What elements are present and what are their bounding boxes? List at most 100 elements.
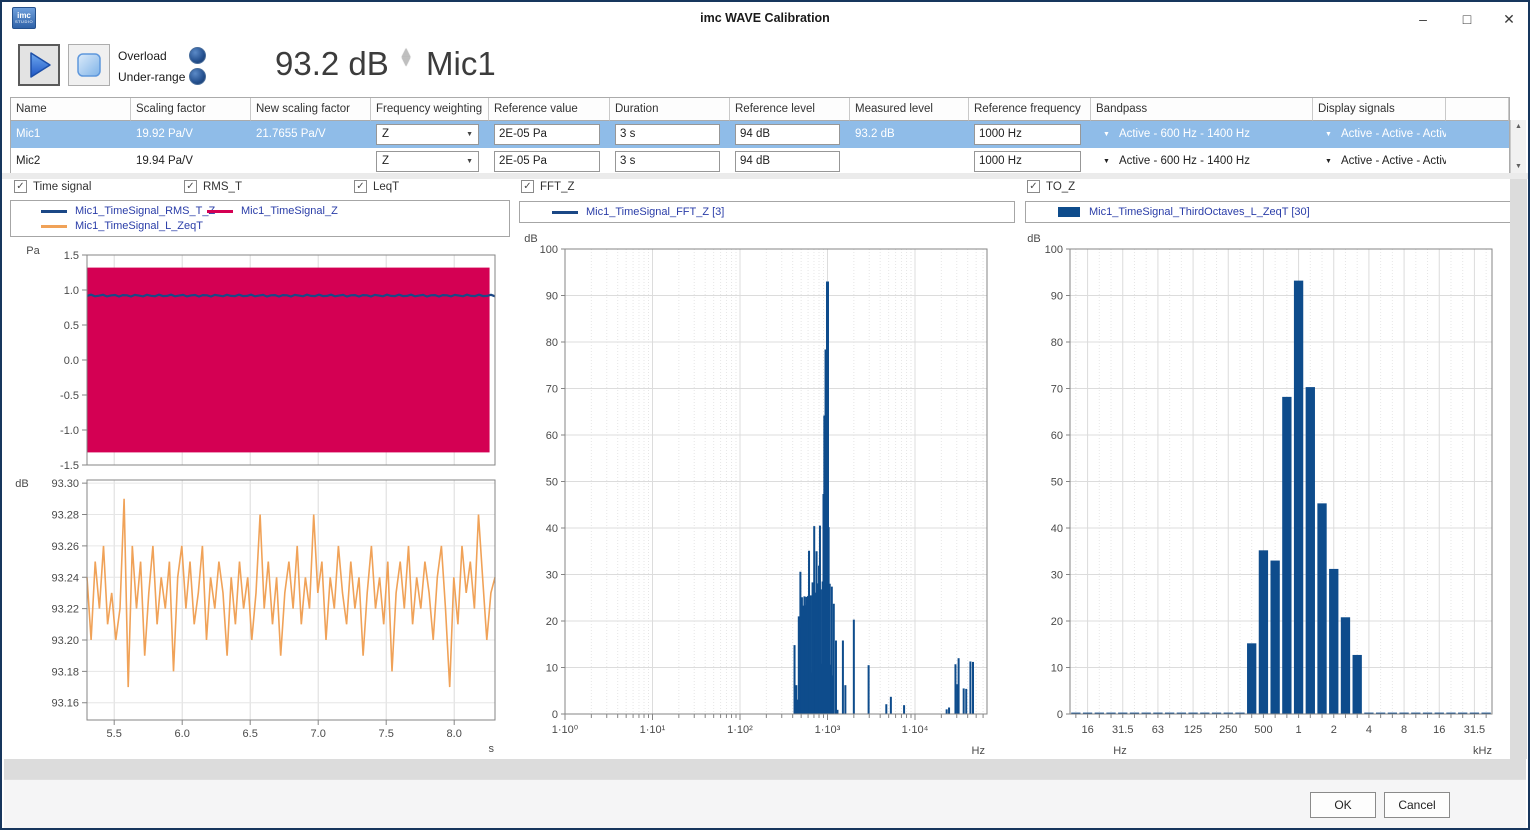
table-header-row: Name Scaling factor New scaling factor F…: [11, 98, 1509, 121]
under-range-led: [189, 68, 206, 85]
frequency-weighting-select[interactable]: Z ▼: [376, 151, 479, 172]
time-signal-chart: 5.56.06.57.07.58.093.3093.2893.2693.2493…: [2, 240, 514, 760]
cell-scaling-factor: 19.94 Pa/V: [131, 148, 251, 175]
overload-led: [189, 47, 206, 64]
svg-text:93.20: 93.20: [51, 635, 79, 647]
checkbox-time-signal[interactable]: ✓ Time signal: [14, 180, 91, 193]
channel-table: Name Scaling factor New scaling factor F…: [10, 97, 1510, 176]
checkbox-label: RMS_T: [203, 181, 242, 193]
cancel-button[interactable]: Cancel: [1384, 792, 1450, 818]
checkbox-icon[interactable]: ✓: [354, 180, 367, 193]
checkbox-fft-z[interactable]: ✓ FFT_Z: [521, 180, 575, 193]
reference-value-input[interactable]: [494, 151, 600, 172]
svg-text:dB: dB: [15, 478, 28, 490]
window-title: imc WAVE Calibration: [2, 11, 1528, 25]
close-button[interactable]: ✕: [1492, 6, 1526, 32]
svg-text:93.16: 93.16: [51, 698, 79, 710]
frequency-weighting-select[interactable]: Z ▼: [376, 124, 479, 145]
checkbox-icon[interactable]: ✓: [521, 180, 534, 193]
table-row-mic1[interactable]: Mic1 19.92 Pa/V 21.7655 Pa/V Z ▼ 93.2 dB…: [11, 121, 1509, 148]
col-new-scaling-factor: New scaling factor: [251, 98, 371, 121]
box-swatch: [1058, 207, 1080, 217]
cell-new-scaling-factor: [251, 148, 371, 175]
ok-button[interactable]: OK: [1310, 792, 1376, 818]
duration-input[interactable]: [615, 124, 720, 145]
svg-text:0: 0: [1057, 709, 1063, 721]
checkbox-leqt[interactable]: ✓ LeqT: [354, 180, 399, 193]
svg-text:Hz: Hz: [1113, 745, 1126, 757]
svg-text:125: 125: [1184, 724, 1202, 736]
display-signals-dropdown[interactable]: ▼ Active - Active - Active: [1313, 121, 1446, 148]
bandpass-dropdown[interactable]: ▼ Active - 600 Hz - 1400 Hz: [1091, 121, 1313, 148]
legend-label: Mic1_TimeSignal_FFT_Z [3]: [586, 206, 724, 218]
svg-text:0: 0: [552, 709, 558, 721]
svg-text:1: 1: [1296, 724, 1302, 736]
checkbox-label: TO_Z: [1046, 181, 1075, 193]
checkbox-icon[interactable]: ✓: [1027, 180, 1040, 193]
reference-frequency-input[interactable]: [974, 124, 1081, 145]
svg-text:10: 10: [546, 663, 558, 675]
table-scrollbar[interactable]: ▲ ▼: [1510, 120, 1526, 173]
reference-frequency-input[interactable]: [974, 151, 1081, 172]
stop-measurement-button[interactable]: [68, 44, 110, 86]
scroll-down-icon[interactable]: ▼: [1511, 160, 1526, 173]
table-row-mic2[interactable]: Mic2 19.94 Pa/V Z ▼ ▼ Active - 600 Hz - …: [11, 148, 1509, 175]
line-swatch: [41, 210, 67, 213]
horizontal-scrollbar[interactable]: [4, 759, 1526, 779]
svg-text:Hz: Hz: [972, 745, 985, 757]
bandpass-dropdown[interactable]: ▼ Active - 600 Hz - 1400 Hz: [1091, 148, 1313, 175]
svg-text:10: 10: [1051, 663, 1063, 675]
legend-item: Mic1_TimeSignal_RMS_T_Z: [41, 205, 215, 217]
col-display-signals: Display signals: [1313, 98, 1446, 121]
svg-text:8: 8: [1401, 724, 1407, 736]
svg-text:4: 4: [1366, 724, 1372, 736]
line-swatch: [41, 225, 67, 228]
checkbox-icon[interactable]: ✓: [184, 180, 197, 193]
svg-text:31.5: 31.5: [1464, 724, 1485, 736]
cell-name[interactable]: Mic2: [11, 148, 131, 175]
maximize-button[interactable]: □: [1450, 6, 1484, 32]
play-icon: [22, 48, 56, 82]
svg-text:50: 50: [1051, 477, 1063, 489]
legend-label: Mic1_TimeSignal_Z: [241, 205, 338, 217]
col-scaling-factor: Scaling factor: [131, 98, 251, 121]
svg-text:6.5: 6.5: [243, 728, 258, 740]
reference-level-input[interactable]: [735, 151, 840, 172]
col-filler: [1446, 98, 1509, 121]
svg-text:500: 500: [1254, 724, 1272, 736]
svg-text:16: 16: [1081, 724, 1093, 736]
svg-text:dB: dB: [1027, 233, 1040, 245]
legend-label: Mic1_TimeSignal_RMS_T_Z: [75, 205, 215, 217]
charts-vertical-scrollbar[interactable]: [1510, 179, 1527, 759]
duration-input[interactable]: [615, 151, 720, 172]
checkbox-icon[interactable]: ✓: [14, 180, 27, 193]
start-measurement-button[interactable]: [18, 44, 60, 86]
minimize-button[interactable]: –: [1406, 6, 1440, 32]
svg-text:16: 16: [1433, 724, 1445, 736]
checkbox-rms-t[interactable]: ✓ RMS_T: [184, 180, 242, 193]
svg-text:6.0: 6.0: [175, 728, 190, 740]
svg-text:dB: dB: [524, 233, 537, 245]
cell-name[interactable]: Mic1: [11, 121, 131, 148]
reference-value-input[interactable]: [494, 124, 600, 145]
to-chart-legend: Mic1_TimeSignal_ThirdOctaves_L_ZeqT [30]: [1025, 201, 1522, 223]
svg-text:100: 100: [540, 244, 558, 256]
overload-label: Overload: [118, 49, 167, 63]
minimize-icon: –: [1419, 11, 1427, 27]
checkbox-label: LeqT: [373, 181, 399, 193]
cell-reference-level: [730, 121, 850, 148]
scroll-up-icon[interactable]: ▲: [1511, 120, 1526, 133]
svg-text:1·10²: 1·10²: [727, 724, 753, 736]
stop-icon: [72, 48, 106, 82]
svg-text:Pa: Pa: [26, 245, 40, 257]
reference-level-input[interactable]: [735, 124, 840, 145]
maximize-icon: □: [1463, 11, 1471, 27]
display-signals-dropdown[interactable]: ▼ Active - Active - Active: [1313, 148, 1446, 175]
spinner-down-icon[interactable]: ▼: [392, 57, 420, 66]
checkbox-to-z[interactable]: ✓ TO_Z: [1027, 180, 1075, 193]
svg-text:93.28: 93.28: [51, 510, 79, 522]
chevron-down-icon: ▼: [466, 158, 473, 165]
svg-text:40: 40: [546, 523, 558, 535]
svg-text:93.24: 93.24: [51, 572, 79, 584]
svg-text:31.5: 31.5: [1112, 724, 1133, 736]
